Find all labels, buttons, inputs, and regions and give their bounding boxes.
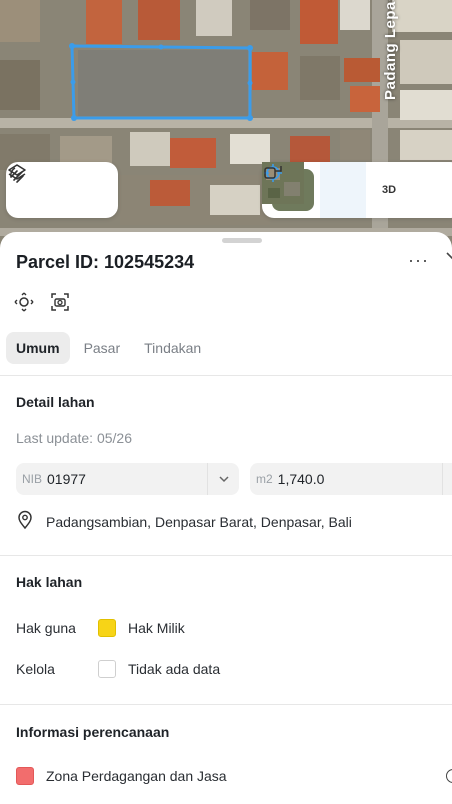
color-swatch — [98, 660, 116, 678]
nib-select[interactable]: NIB 01977 — [16, 463, 239, 495]
location-pin-icon — [16, 510, 34, 533]
drag-handle[interactable] — [222, 238, 262, 243]
rights-heading: Hak lahan — [16, 574, 83, 590]
color-swatch — [98, 619, 116, 637]
last-update: Last update: 05/26 — [16, 430, 132, 446]
area-field: m2 1,740.0 — [250, 463, 452, 495]
rights-value: Tidak ada data — [128, 661, 221, 677]
divider — [0, 704, 452, 705]
map-tools-left — [6, 162, 118, 218]
measure-icon[interactable] — [10, 162, 118, 218]
info-icon[interactable] — [446, 769, 452, 783]
zone-label: Zona Perdagangan dan Jasa — [46, 768, 227, 784]
locate-crosshair-icon[interactable] — [264, 162, 366, 218]
color-swatch — [16, 767, 34, 785]
tab-tindakan[interactable]: Tindakan — [134, 332, 211, 364]
nib-prefix: NIB — [22, 472, 43, 486]
area-field-edge — [442, 463, 452, 495]
divider — [0, 375, 452, 376]
tab-umum[interactable]: Umum — [6, 332, 70, 364]
rights-row-hak-guna: Hak guna Hak Milik — [16, 619, 185, 637]
detail-heading: Detail lahan — [16, 394, 95, 410]
three-d-button[interactable]: 3D — [366, 162, 412, 218]
parcel-title: Parcel ID: 102545234 — [16, 252, 195, 272]
rights-row-kelola: Kelola Tidak ada data — [16, 660, 220, 678]
satellite-map[interactable]: Padang Lepas 3D — [0, 0, 452, 250]
address-row: Padangsambian, Denpasar Barat, Denpasar,… — [16, 510, 352, 533]
close-icon[interactable] — [446, 252, 452, 275]
zoom-to-parcel-icon[interactable] — [14, 292, 34, 312]
more-options-icon[interactable]: ··· — [408, 250, 429, 271]
address-text: Padangsambian, Denpasar Barat, Denpasar,… — [46, 513, 352, 530]
parcel-sheet: Parcel ID: 102545234 ··· Umum Pasar Tind… — [0, 232, 452, 804]
compare-icon[interactable] — [264, 162, 452, 218]
rights-value: Hak Milik — [128, 620, 185, 636]
tab-pasar[interactable]: Pasar — [74, 332, 131, 364]
nib-value: 01977 — [47, 471, 86, 487]
rights-label: Hak guna — [16, 620, 76, 636]
rights-label: Kelola — [16, 661, 55, 677]
screenshot-icon[interactable] — [50, 292, 70, 312]
parcel-tools — [14, 292, 70, 312]
planning-heading: Informasi perencanaan — [16, 724, 170, 740]
map-tools-right: 3D — [262, 162, 452, 218]
road-label: Padang Lepas — [382, 0, 399, 100]
zone-row[interactable]: Zona Perdagangan dan Jasa — [16, 767, 227, 785]
divider — [0, 555, 452, 556]
area-value: 1,740.0 — [277, 471, 325, 487]
parcel-tabs: Umum Pasar Tindakan — [6, 332, 211, 364]
chevron-down-icon — [207, 463, 239, 495]
area-prefix: m2 — [256, 472, 273, 486]
